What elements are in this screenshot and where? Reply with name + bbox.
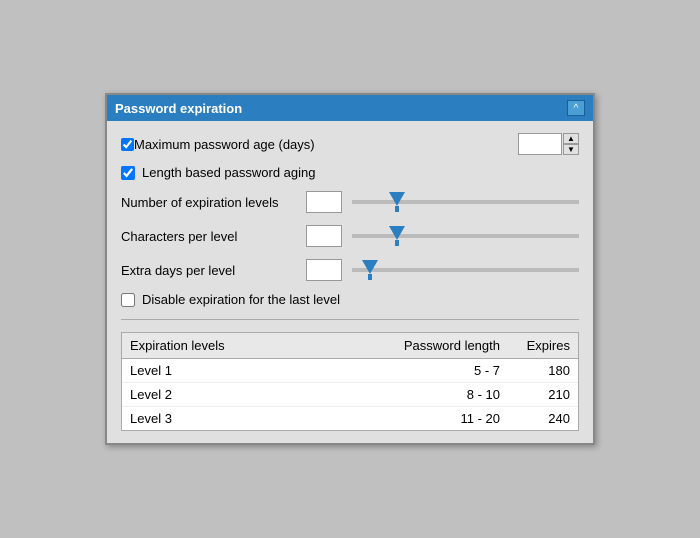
password-expiration-dialog: Password expiration ^ Maximum password a… bbox=[105, 93, 595, 445]
max-age-label: Maximum password age (days) bbox=[134, 137, 518, 152]
max-age-row: Maximum password age (days) 180 ▲ ▼ bbox=[121, 133, 579, 155]
max-age-checkbox[interactable] bbox=[121, 138, 134, 151]
chars-slider-row: Characters per level 3 bbox=[121, 224, 579, 248]
days-thumb-arrow bbox=[362, 260, 378, 274]
table-row: Level 3 11 - 20 240 bbox=[122, 407, 578, 430]
row-expires: 210 bbox=[500, 387, 570, 402]
spinner-up-button[interactable]: ▲ bbox=[563, 133, 579, 144]
levels-thumb-arrow bbox=[389, 192, 405, 206]
levels-label: Number of expiration levels bbox=[121, 195, 306, 210]
chars-thumb-stem bbox=[395, 240, 399, 246]
levels-input[interactable]: 3 bbox=[306, 191, 342, 213]
chars-label: Characters per level bbox=[121, 229, 306, 244]
levels-thumb-stem bbox=[395, 206, 399, 212]
divider bbox=[121, 319, 579, 320]
table-row: Level 1 5 - 7 180 bbox=[122, 359, 578, 383]
minimize-button[interactable]: ^ bbox=[567, 100, 585, 116]
chars-thumb-arrow bbox=[389, 226, 405, 240]
row-level: Level 1 bbox=[130, 363, 380, 378]
chars-slider-track bbox=[352, 234, 579, 238]
length-based-row: Length based password aging bbox=[121, 165, 579, 180]
days-label: Extra days per level bbox=[121, 263, 306, 278]
chars-slider-container bbox=[352, 224, 579, 248]
disable-last-level-label: Disable expiration for the last level bbox=[142, 292, 340, 307]
table-body: Level 1 5 - 7 180 Level 2 8 - 10 210 Lev… bbox=[122, 359, 578, 430]
table-row: Level 2 8 - 10 210 bbox=[122, 383, 578, 407]
levels-slider-thumb[interactable] bbox=[389, 192, 405, 212]
row-level: Level 2 bbox=[130, 387, 380, 402]
disable-last-level-row: Disable expiration for the last level bbox=[121, 292, 579, 307]
row-length: 8 - 10 bbox=[380, 387, 500, 402]
dialog-title: Password expiration bbox=[115, 101, 242, 116]
row-length: 11 - 20 bbox=[380, 411, 500, 426]
spinner-down-button[interactable]: ▼ bbox=[563, 144, 579, 155]
dialog-content: Maximum password age (days) 180 ▲ ▼ Leng… bbox=[107, 121, 593, 443]
chars-slider-thumb[interactable] bbox=[389, 226, 405, 246]
row-expires: 240 bbox=[500, 411, 570, 426]
row-length: 5 - 7 bbox=[380, 363, 500, 378]
header-expires: Expires bbox=[500, 338, 570, 353]
levels-slider-track bbox=[352, 200, 579, 204]
days-slider-thumb[interactable] bbox=[362, 260, 378, 280]
days-slider-track bbox=[352, 268, 579, 272]
levels-slider-container bbox=[352, 190, 579, 214]
days-input[interactable]: 30 bbox=[306, 259, 342, 281]
length-based-checkbox[interactable] bbox=[121, 166, 135, 180]
length-based-label: Length based password aging bbox=[142, 165, 315, 180]
spinner-buttons: ▲ ▼ bbox=[563, 133, 579, 155]
max-age-input[interactable]: 180 bbox=[518, 133, 562, 155]
days-slider-row: Extra days per level 30 bbox=[121, 258, 579, 282]
row-expires: 180 bbox=[500, 363, 570, 378]
days-thumb-stem bbox=[368, 274, 372, 280]
max-age-spinner: 180 ▲ ▼ bbox=[518, 133, 579, 155]
expiration-table: Expiration levels Password length Expire… bbox=[121, 332, 579, 431]
row-level: Level 3 bbox=[130, 411, 380, 426]
chars-input[interactable]: 3 bbox=[306, 225, 342, 247]
header-level: Expiration levels bbox=[130, 338, 380, 353]
levels-slider-row: Number of expiration levels 3 bbox=[121, 190, 579, 214]
header-length: Password length bbox=[380, 338, 500, 353]
table-header: Expiration levels Password length Expire… bbox=[122, 333, 578, 359]
disable-last-level-checkbox[interactable] bbox=[121, 293, 135, 307]
title-bar: Password expiration ^ bbox=[107, 95, 593, 121]
days-slider-container bbox=[352, 258, 579, 282]
